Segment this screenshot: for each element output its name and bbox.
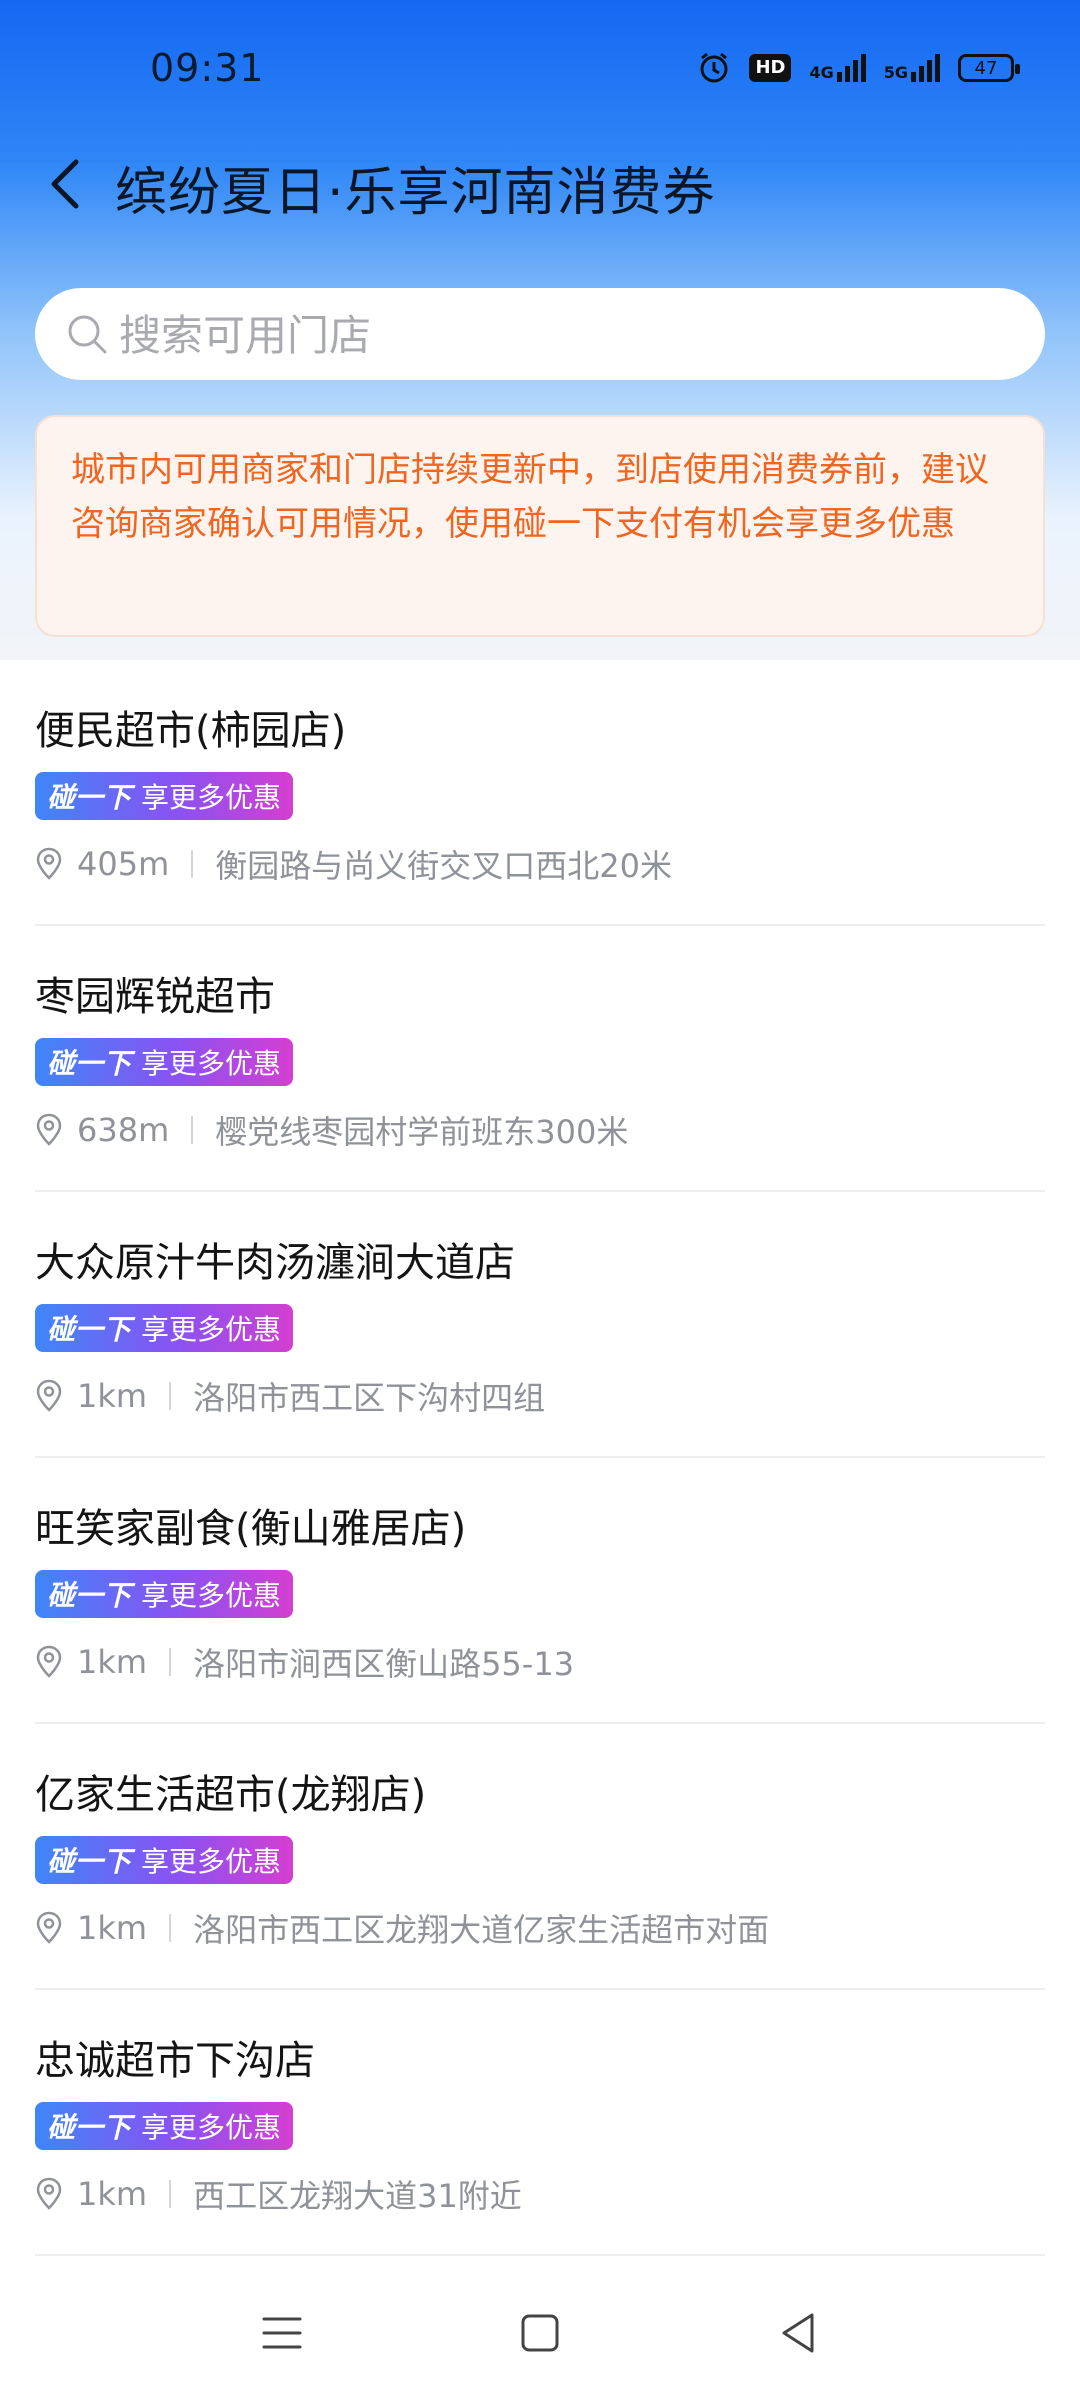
- store-meta: 1km 洛阳市涧西区衡山路55-13: [35, 1640, 574, 1684]
- divider: [191, 1116, 194, 1144]
- search-icon: [65, 312, 111, 358]
- location-pin-icon: [36, 847, 62, 880]
- store-address: 樱党线枣园村学前班东300米: [215, 1113, 629, 1151]
- location-pin-icon: [36, 1113, 62, 1146]
- store-name: 大众原汁牛肉汤瀍涧大道店: [35, 1240, 515, 1286]
- store-address: 洛阳市西工区下沟村四组: [193, 1379, 546, 1417]
- hd-badge: HD: [749, 54, 792, 82]
- page-title: 缤纷夏日·乐享河南消费券: [115, 163, 716, 223]
- signal-5g-icon: 5G: [884, 54, 940, 82]
- promo-tag: 碰一下 享更多优惠: [35, 1038, 294, 1086]
- promo-tag: 碰一下 享更多优惠: [35, 1304, 294, 1352]
- store-name: 忠诚超市下沟店: [35, 2038, 315, 2084]
- divider: [169, 1914, 172, 1942]
- location-pin-icon: [36, 2177, 62, 2210]
- location-pin-icon: [36, 1911, 62, 1944]
- store-meta: 405m 衡园路与尚义街交叉口西北20米: [35, 842, 672, 886]
- store-address: 洛阳市涧西区衡山路55-13: [193, 1645, 575, 1683]
- status-time: 09:31: [150, 46, 265, 90]
- system-nav-bar: [0, 2275, 1080, 2400]
- store-meta: 1km 洛阳市西工区龙翔大道亿家生活超市对面: [35, 1906, 769, 1950]
- divider: [169, 1382, 172, 1410]
- store-meta: 1km 洛阳市西工区下沟村四组: [35, 1374, 545, 1418]
- store-name: 亿家生活超市(龙翔店): [35, 1772, 427, 1818]
- location-pin-icon: [36, 1645, 62, 1678]
- status-icons: HD 4G 5G 47: [697, 48, 1020, 88]
- search-input[interactable]: [117, 288, 1001, 382]
- store-distance: 1km: [77, 1909, 148, 1947]
- store-distance: 405m: [77, 845, 170, 883]
- store-item[interactable]: 便民超市(柿园店) 碰一下 享更多优惠 405m 衡园路与尚义街交叉口西北20米: [35, 660, 1045, 926]
- back-triangle-icon[interactable]: [768, 2303, 828, 2363]
- promo-tag: 碰一下 享更多优惠: [35, 1836, 294, 1884]
- store-name: 枣园辉锐超市: [35, 974, 275, 1020]
- promo-tag: 碰一下 享更多优惠: [35, 772, 294, 820]
- store-item[interactable]: 忠诚超市下沟店 碰一下 享更多优惠 1km 西工区龙翔大道31附近: [35, 1990, 1045, 2256]
- store-address: 西工区龙翔大道31附近: [193, 2177, 522, 2215]
- battery-icon: 47: [958, 54, 1020, 82]
- store-item[interactable]: 亿家生活超市(龙翔店) 碰一下 享更多优惠 1km 洛阳市西工区龙翔大道亿家生活超…: [35, 1724, 1045, 1990]
- divider: [169, 2180, 172, 2208]
- page-header: 缤纷夏日·乐享河南消费券: [0, 140, 1080, 230]
- home-square-icon[interactable]: [510, 2303, 570, 2363]
- store-item[interactable]: 旺笑家副食(衡山雅居店) 碰一下 享更多优惠 1km 洛阳市涧西区衡山路55-13: [35, 1458, 1045, 1724]
- store-list: 便民超市(柿园店) 碰一下 享更多优惠 405m 衡园路与尚义街交叉口西北20米 …: [0, 660, 1080, 2256]
- store-address: 衡园路与尚义街交叉口西北20米: [215, 847, 672, 885]
- store-item[interactable]: 大众原汁牛肉汤瀍涧大道店 碰一下 享更多优惠 1km 洛阳市西工区下沟村四组: [35, 1192, 1045, 1458]
- store-name: 便民超市(柿园店): [35, 708, 347, 754]
- store-address: 洛阳市西工区龙翔大道亿家生活超市对面: [193, 1911, 770, 1949]
- promo-tag: 碰一下 享更多优惠: [35, 2102, 294, 2150]
- divider: [191, 850, 194, 878]
- status-bar: 09:31 HD 4G 5G 47: [0, 0, 1080, 135]
- signal-4g-icon: 4G: [809, 54, 866, 82]
- store-distance: 638m: [77, 1111, 170, 1149]
- store-distance: 1km: [77, 1377, 148, 1415]
- store-name: 旺笑家副食(衡山雅居店): [35, 1506, 467, 1552]
- alarm-icon: [697, 51, 731, 85]
- store-distance: 1km: [77, 2175, 148, 2213]
- store-distance: 1km: [77, 1643, 148, 1681]
- store-item[interactable]: 枣园辉锐超市 碰一下 享更多优惠 638m 樱党线枣园村学前班东300米: [35, 926, 1045, 1192]
- back-arrow-icon[interactable]: [36, 152, 100, 216]
- menu-icon[interactable]: [252, 2303, 312, 2363]
- notice-banner: 城市内可用商家和门店持续更新中，到店使用消费券前，建议咨询商家确认可用情况，使用…: [35, 415, 1045, 637]
- promo-tag: 碰一下 享更多优惠: [35, 1570, 294, 1618]
- battery-level: 47: [974, 57, 998, 79]
- divider: [169, 1648, 172, 1676]
- search-bar[interactable]: [35, 288, 1045, 382]
- store-meta: 1km 西工区龙翔大道31附近: [35, 2172, 522, 2216]
- store-meta: 638m 樱党线枣园村学前班东300米: [35, 1108, 628, 1152]
- location-pin-icon: [36, 1379, 62, 1412]
